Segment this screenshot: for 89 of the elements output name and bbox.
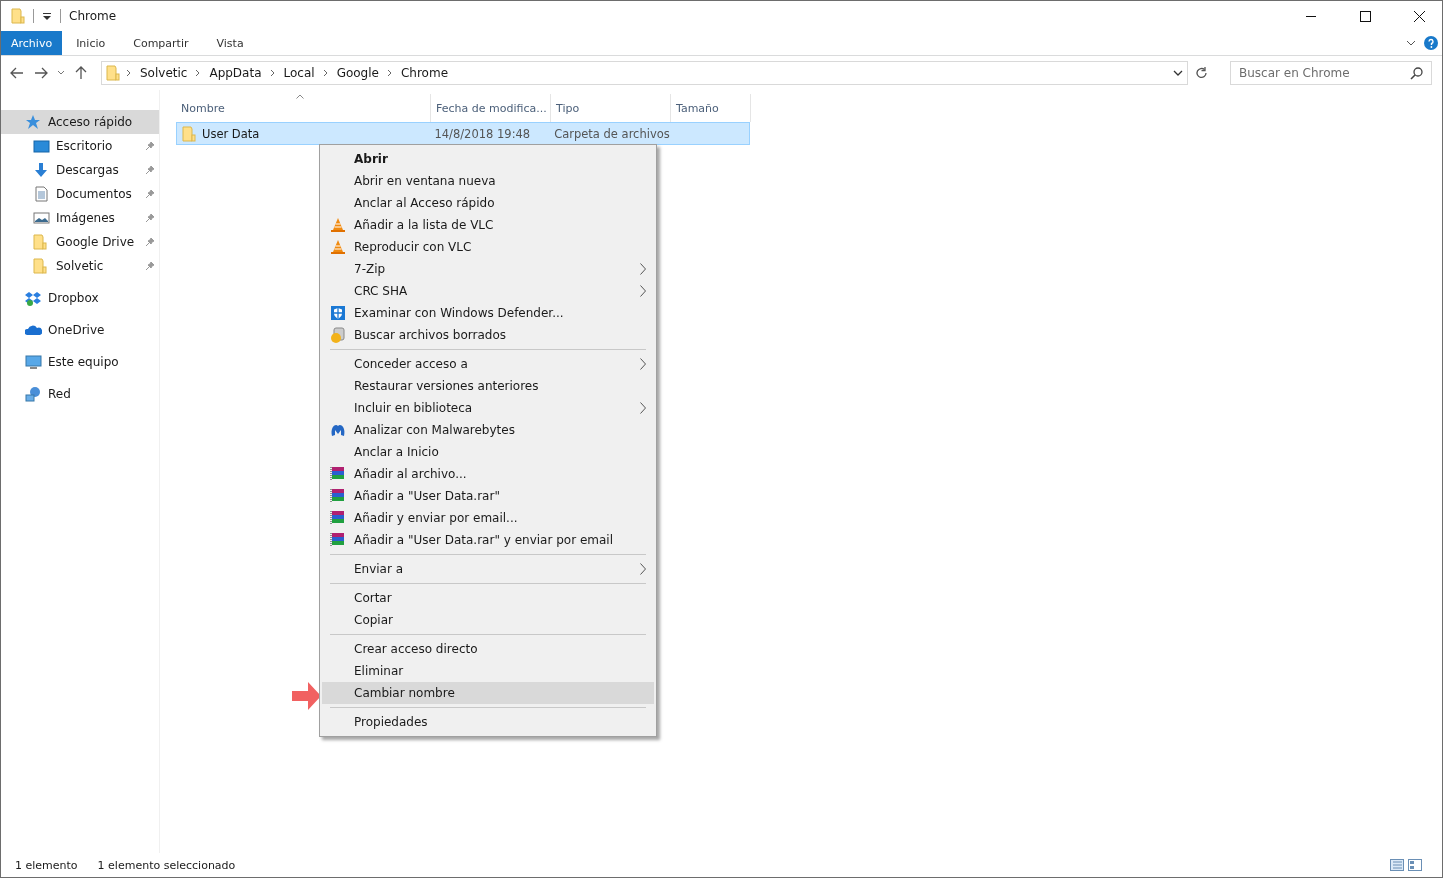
file-row[interactable]: User Data 14/8/2018 19:48 Carpeta de archivos	[176, 122, 750, 145]
chevron-icon	[386, 69, 393, 77]
folder-icon	[11, 8, 25, 24]
help-icon[interactable]	[1424, 36, 1438, 50]
menu-item[interactable]: Examinar con Windows Defender...	[322, 302, 654, 324]
status-text: 1 elemento seleccionado	[97, 858, 236, 872]
breadcrumb[interactable]: Google	[334, 66, 381, 80]
document-icon	[33, 186, 50, 202]
menu-item[interactable]: Añadir a "User Data.rar" y enviar por email	[322, 529, 654, 551]
menu-item[interactable]: Abrir	[322, 148, 654, 170]
folder-icon	[33, 234, 50, 250]
sidebar-item[interactable]: Descargas	[1, 158, 159, 182]
desktop-icon	[33, 138, 50, 154]
chevron-icon	[322, 69, 329, 77]
dropbox-icon	[25, 290, 42, 306]
status-text: 1 elemento	[15, 858, 78, 872]
menu-item[interactable]: Analizar con Malwarebytes	[322, 419, 654, 441]
menu-item[interactable]: Añadir al archivo...	[322, 463, 654, 485]
menu-item[interactable]: 7-Zip	[322, 258, 654, 280]
sidebar-item[interactable]: Documentos	[1, 182, 159, 206]
folder-icon	[106, 65, 120, 81]
computer-icon	[25, 354, 42, 370]
details-view-icon[interactable]	[1390, 859, 1404, 871]
table-cell: Carpeta de archivos	[554, 126, 670, 141]
breadcrumb[interactable]: Chrome	[398, 66, 451, 80]
breadcrumb[interactable]: AppData	[207, 66, 264, 80]
menu-item[interactable]: Conceder acceso a	[322, 353, 654, 375]
sidebar-item[interactable]: Dropbox	[1, 286, 159, 310]
sidebar-item[interactable]: Acceso rápido	[1, 110, 159, 134]
m-logo-icon	[330, 422, 346, 438]
menu-item[interactable]: Anclar a Inicio	[322, 441, 654, 463]
sidebar-item[interactable]: Imágenes	[1, 206, 159, 230]
menu-item[interactable]: Restaurar versiones anteriores	[322, 375, 654, 397]
network-icon	[25, 386, 42, 402]
chevron-icon	[269, 69, 276, 77]
dropdown-icon[interactable]	[1173, 69, 1183, 77]
menu-item[interactable]: Incluir en biblioteca	[322, 397, 654, 419]
menu-item[interactable]: Eliminar	[322, 660, 654, 682]
table-cell: User Data	[202, 126, 260, 141]
books-icon	[330, 488, 346, 504]
books-icon	[330, 466, 346, 482]
close-icon[interactable]	[1413, 10, 1425, 22]
menu-item[interactable]: Añadir y enviar por email...	[322, 507, 654, 529]
chevron-icon	[126, 69, 132, 77]
shield-icon	[330, 305, 346, 321]
menu-item[interactable]: Cambiar nombre	[322, 682, 654, 704]
tiles-view-icon[interactable]	[1408, 859, 1422, 871]
menu-item[interactable]: Buscar archivos borrados	[322, 324, 654, 346]
books-icon	[330, 532, 346, 548]
folder-icon	[182, 125, 196, 142]
sidebar-item[interactable]: Escritorio	[1, 134, 159, 158]
traffic-cone-icon	[330, 217, 346, 233]
ribbon-tab[interactable]: Archivo	[1, 31, 63, 55]
expand-ribbon-icon[interactable]	[1406, 39, 1416, 47]
search-icon[interactable]	[1410, 66, 1424, 80]
ribbon-tab[interactable]: Vista	[202, 31, 258, 55]
traffic-cone-icon	[330, 239, 346, 255]
sidebar-item[interactable]: Red	[1, 382, 159, 406]
sidebar-item[interactable]: OneDrive	[1, 318, 159, 342]
menu-item[interactable]: Enviar a	[322, 558, 654, 580]
window-title: Chrome	[69, 9, 117, 23]
menu-item[interactable]: Abrir en ventana nueva	[322, 170, 654, 192]
download-icon	[33, 162, 50, 178]
breadcrumb[interactable]: Local	[281, 66, 317, 80]
menu-item[interactable]: Reproducir con VLC	[322, 236, 654, 258]
sidebar-item[interactable]: Solvetic	[1, 254, 159, 278]
menu-item[interactable]: Copiar	[322, 609, 654, 631]
breadcrumb[interactable]: Solvetic	[138, 66, 190, 80]
ribbon-tab[interactable]: Inicio	[62, 31, 120, 55]
search-field[interactable]: Buscar en Chrome	[1230, 61, 1432, 85]
sidebar-item[interactable]: Este equipo	[1, 350, 159, 374]
menu-item[interactable]: Propiedades	[322, 711, 654, 733]
menu-item[interactable]: Crear acceso directo	[322, 638, 654, 660]
dropdown-icon[interactable]	[42, 11, 52, 21]
menu-item[interactable]: Añadir a la lista de VLC	[322, 214, 654, 236]
sidebar-item[interactable]: Google Drive	[1, 230, 159, 254]
address-field[interactable]: Solvetic AppData Local Google Chrome	[101, 61, 1188, 85]
star-icon	[25, 114, 42, 130]
menu-item[interactable]: CRC SHA	[322, 280, 654, 302]
menu-item[interactable]: Anclar al Acceso rápido	[322, 192, 654, 214]
menu-item[interactable]: Añadir a "User Data.rar"	[322, 485, 654, 507]
menu-item[interactable]: Cortar	[322, 587, 654, 609]
table-cell: 14/8/2018 19:48	[434, 126, 531, 141]
maximize-icon[interactable]	[1359, 10, 1371, 22]
books-icon	[330, 510, 346, 526]
image-icon	[33, 210, 50, 226]
chevron-icon	[195, 69, 202, 77]
ribbon-tab[interactable]: Compartir	[119, 31, 203, 55]
folder-icon	[33, 258, 50, 274]
